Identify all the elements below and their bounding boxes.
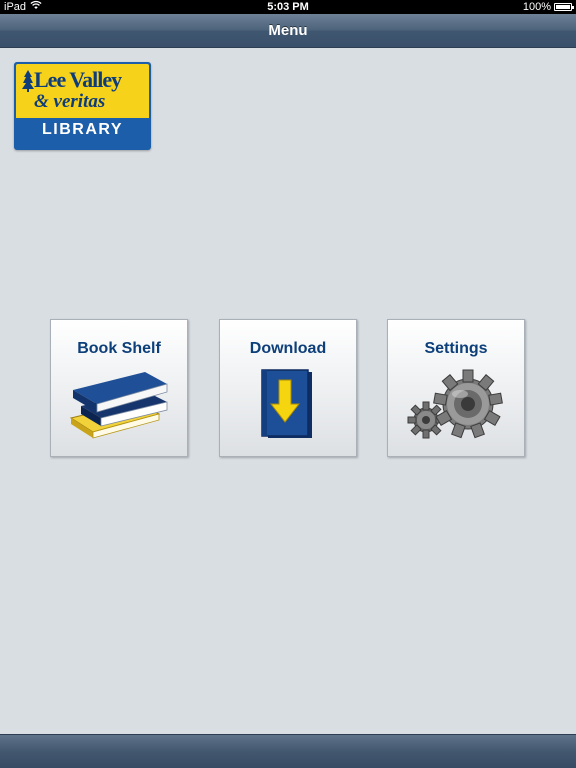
battery-icon: [554, 3, 574, 11]
download-label: Download: [249, 340, 327, 357]
status-bar: iPad 5:03 PM 100%: [0, 0, 576, 14]
battery-group: 100%: [522, 0, 574, 14]
battery-percent: 100%: [522, 1, 551, 13]
navigation-bar: Menu: [0, 14, 576, 48]
book-shelf-button[interactable]: Book Shelf: [50, 319, 188, 457]
bottom-toolbar: [0, 734, 576, 768]
tree-icon: [22, 70, 34, 97]
settings-label: Settings: [424, 340, 488, 357]
download-button[interactable]: Download: [219, 319, 357, 457]
settings-button[interactable]: Settings: [387, 319, 525, 457]
lee-valley-library-logo: Lee Valley & veritas LIBRARY: [14, 62, 151, 150]
page-title: Menu: [268, 22, 308, 39]
logo-subbrand-text: & veritas: [34, 91, 106, 112]
download-book-icon: [220, 368, 356, 442]
book-shelf-label: Book Shelf: [77, 340, 161, 357]
books-icon: [51, 368, 187, 444]
logo-library-text: LIBRARY: [41, 121, 123, 138]
gears-icon: [388, 368, 524, 444]
clock: 5:03 PM: [267, 1, 309, 13]
logo-brand-text: Lee Valley: [34, 67, 122, 92]
logo-yellow-panel: Lee Valley & veritas: [16, 64, 149, 118]
